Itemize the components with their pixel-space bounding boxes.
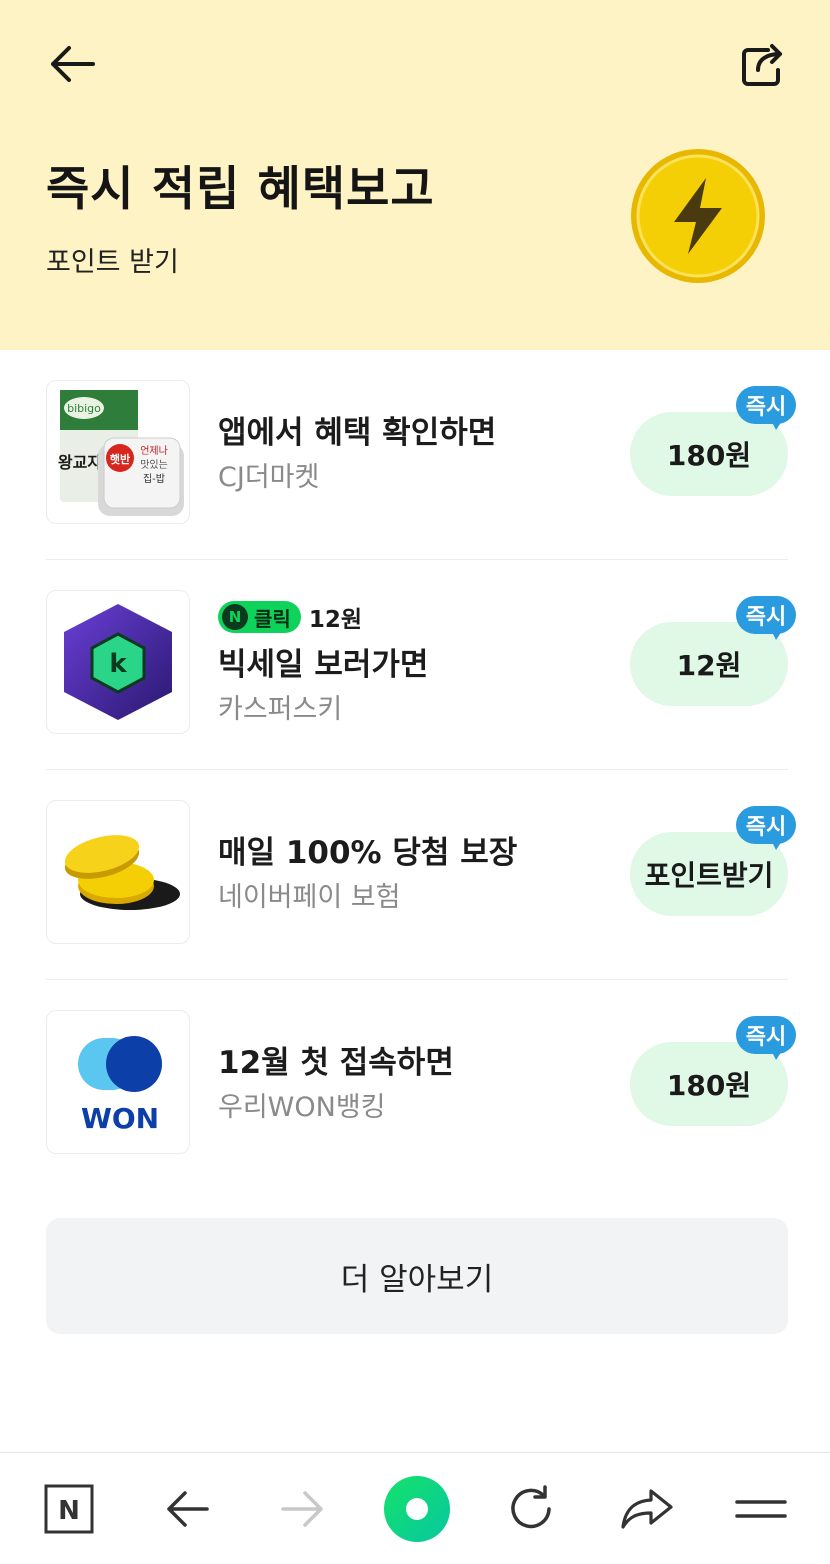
menu-button[interactable] bbox=[716, 1453, 806, 1564]
back-button[interactable] bbox=[40, 36, 104, 92]
refresh-button[interactable] bbox=[486, 1453, 576, 1564]
naver-home-letter: N bbox=[58, 1496, 80, 1526]
learn-more-button[interactable]: 더 알아보기 bbox=[46, 1218, 788, 1334]
wanggyoja-label: 왕교자 bbox=[58, 453, 102, 472]
naver-home-icon: N bbox=[44, 1484, 94, 1534]
kaspersky-k-letter: k bbox=[109, 649, 127, 679]
product-thumbnail: WON bbox=[46, 1010, 190, 1154]
woori-won-logo: WON bbox=[78, 1036, 162, 1135]
green-dot-button[interactable] bbox=[372, 1453, 462, 1564]
product-thumbnail: k bbox=[46, 590, 190, 734]
item-brand: 카스퍼스키 bbox=[218, 694, 343, 725]
page-title: 즉시 적립 혜택보고 bbox=[46, 162, 435, 217]
jipbap-label: 집-밥 bbox=[143, 473, 165, 485]
item-title: 앱에서 혜택 확인하면 bbox=[218, 415, 497, 451]
click-label: 클릭 bbox=[254, 606, 291, 631]
naver-n-icon: N bbox=[222, 604, 248, 630]
nav-forward-icon bbox=[281, 1491, 323, 1527]
header: 즉시 적립 혜택보고 포인트 받기 bbox=[0, 0, 830, 350]
back-arrow-icon bbox=[51, 46, 95, 82]
share-icon bbox=[742, 44, 782, 86]
item-title: 12월 첫 접속하면 bbox=[218, 1045, 454, 1081]
browser-toolbar: N bbox=[0, 1452, 830, 1564]
list-item[interactable]: bibigo 왕교자 햇반 언제나 맛있는 집-밥 앱에서 혜택 확인하면 CJ… bbox=[46, 350, 796, 560]
item-info: 매일 100% 당첨 보장 네이버페이 보험 bbox=[218, 770, 618, 980]
nav-forward-button[interactable] bbox=[258, 1453, 348, 1564]
gold-coins-image bbox=[64, 835, 180, 910]
instant-badge-label: 즉시 bbox=[736, 386, 796, 424]
nav-back-button[interactable] bbox=[142, 1453, 232, 1564]
share-arrow-icon bbox=[621, 1489, 673, 1529]
naver-home-button[interactable]: N bbox=[24, 1453, 114, 1564]
product-thumbnail: bibigo 왕교자 햇반 언제나 맛있는 집-밥 bbox=[46, 380, 190, 524]
masinneun-label: 맛있는 bbox=[140, 459, 168, 471]
won-logo-text: WON bbox=[81, 1102, 159, 1135]
eonjena-label: 언제나 bbox=[140, 445, 168, 457]
item-info: 12월 첫 접속하면 우리WON뱅킹 bbox=[218, 980, 618, 1190]
cj-products-image: bibigo 왕교자 햇반 언제나 맛있는 집-밥 bbox=[58, 390, 184, 516]
hetban-label: 햇반 bbox=[110, 452, 130, 466]
item-title: 매일 100% 당첨 보장 bbox=[218, 835, 518, 871]
item-brand: 우리WON뱅킹 bbox=[218, 1092, 386, 1123]
instant-badge: 즉시 bbox=[736, 806, 796, 850]
list-item[interactable]: WON 12월 첫 접속하면 우리WON뱅킹 180원 즉시 bbox=[46, 980, 796, 1190]
list-item[interactable]: k N 클릭 12원 빅세일 보러가면 카스퍼스키 12원 즉시 bbox=[46, 560, 796, 770]
instant-badge: 즉시 bbox=[736, 1016, 796, 1060]
instant-badge-label: 즉시 bbox=[736, 1016, 796, 1054]
naver-click-badge: N 클릭 bbox=[218, 601, 301, 633]
benefit-list: bibigo 왕교자 햇반 언제나 맛있는 집-밥 앱에서 혜택 확인하면 CJ… bbox=[46, 350, 796, 1190]
instant-badge: 즉시 bbox=[736, 386, 796, 430]
instant-badge: 즉시 bbox=[736, 596, 796, 640]
refresh-icon bbox=[511, 1485, 551, 1529]
lightning-coin-icon bbox=[631, 149, 765, 283]
kaspersky-logo: k bbox=[64, 604, 172, 720]
item-title: 빅세일 보러가면 bbox=[218, 647, 429, 683]
instant-badge-label: 즉시 bbox=[736, 806, 796, 844]
item-info: 앱에서 혜택 확인하면 CJ더마켓 bbox=[218, 350, 618, 560]
item-info: N 클릭 12원 빅세일 보러가면 카스퍼스키 bbox=[218, 560, 618, 770]
item-brand: CJ더마켓 bbox=[218, 462, 320, 493]
share-page-button[interactable] bbox=[602, 1453, 692, 1564]
click-amount: 12원 bbox=[308, 607, 362, 633]
bibigo-label: bibigo bbox=[67, 402, 101, 415]
instant-badge-label: 즉시 bbox=[736, 596, 796, 634]
page-subtitle: 포인트 받기 bbox=[46, 247, 179, 278]
product-thumbnail bbox=[46, 800, 190, 944]
menu-icon bbox=[735, 1500, 787, 1518]
nav-back-icon bbox=[167, 1491, 209, 1527]
click-reward-line: N 클릭 12원 bbox=[218, 600, 618, 634]
list-item[interactable]: 매일 100% 당첨 보장 네이버페이 보험 포인트받기 즉시 bbox=[46, 770, 796, 980]
item-brand: 네이버페이 보험 bbox=[218, 882, 401, 913]
share-button[interactable] bbox=[730, 34, 794, 94]
green-dot-icon bbox=[384, 1476, 450, 1542]
